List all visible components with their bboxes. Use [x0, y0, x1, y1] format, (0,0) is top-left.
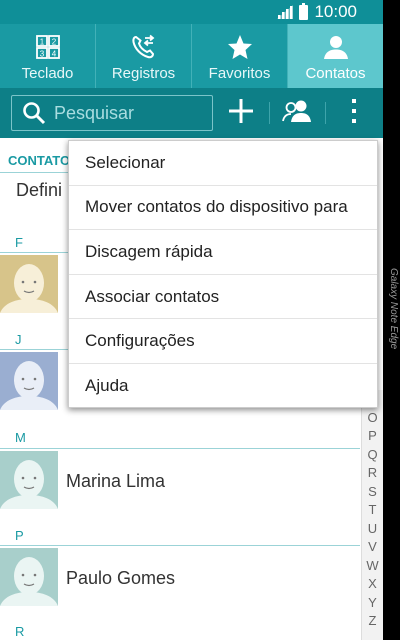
add-contact-button[interactable] — [223, 97, 259, 129]
more-vert-icon — [350, 98, 358, 129]
menu-item-speed-dial[interactable]: Discagem rápida — [69, 230, 377, 275]
contact-avatar[interactable] — [0, 352, 58, 410]
action-bar: Pesquisar — [0, 88, 383, 138]
section-letter: J — [15, 332, 22, 347]
alphabet-index[interactable]: NOPQRSTUVWXYZ — [361, 390, 383, 640]
section-letter: M — [15, 430, 26, 445]
section-divider — [0, 448, 360, 449]
menu-item-link-contacts[interactable]: Associar contatos — [69, 275, 377, 320]
tab-bar: 1 2 3 4 Teclado Registros Favoritos Cont… — [0, 24, 383, 88]
alphabet-index-letter[interactable]: T — [362, 501, 383, 520]
alphabet-index-letter[interactable]: S — [362, 483, 383, 502]
tab-favorites[interactable]: Favoritos — [192, 24, 288, 88]
alphabet-index-letter[interactable]: O — [362, 409, 383, 428]
tab-logs[interactable]: Registros — [96, 24, 192, 88]
plus-icon — [228, 98, 254, 129]
contact-avatar[interactable] — [0, 255, 58, 313]
clock: 10:00 — [314, 2, 357, 21]
contact-name[interactable]: Paulo Gomes — [66, 568, 175, 589]
alphabet-index-letter[interactable]: R — [362, 464, 383, 483]
tab-label: Teclado — [21, 65, 74, 82]
person-icon — [323, 33, 349, 61]
section-divider — [0, 545, 360, 546]
contact-avatar[interactable] — [0, 451, 58, 509]
section-header: CONTATO — [8, 153, 71, 168]
tab-contacts[interactable]: Contatos — [288, 24, 383, 88]
list-item-partial[interactable]: Defini — [16, 180, 62, 201]
svg-text:1: 1 — [39, 38, 44, 47]
menu-item-help[interactable]: Ajuda — [69, 364, 377, 409]
contact-name[interactable]: Marina Lima — [66, 471, 165, 492]
status-icons: 10:00 — [277, 2, 357, 22]
alphabet-index-letter[interactable]: X — [362, 575, 383, 594]
section-letter: R — [15, 624, 25, 639]
more-options-button[interactable] — [336, 97, 372, 129]
svg-text:4: 4 — [51, 50, 56, 59]
groups-button[interactable] — [279, 97, 315, 129]
battery-icon — [299, 2, 309, 20]
status-bar: 10:00 — [0, 0, 383, 24]
contact-avatar[interactable] — [0, 548, 58, 606]
divider — [269, 102, 270, 124]
keypad-icon: 1 2 3 4 — [35, 33, 60, 61]
search-input[interactable]: Pesquisar — [11, 95, 213, 131]
alphabet-index-letter[interactable]: U — [362, 520, 383, 539]
section-letter: F — [15, 235, 23, 250]
menu-item-settings[interactable]: Configurações — [69, 319, 377, 364]
overflow-menu: Selecionar Mover contatos do dispositivo… — [68, 140, 378, 408]
tab-label: Contatos — [305, 65, 366, 82]
call-log-icon — [131, 33, 157, 61]
groups-icon — [282, 99, 312, 128]
menu-item-move-contacts[interactable]: Mover contatos do dispositivo para — [69, 186, 377, 231]
search-icon — [22, 101, 46, 125]
alphabet-index-letter[interactable]: V — [362, 538, 383, 557]
signal-icon — [277, 5, 294, 19]
tab-keypad[interactable]: 1 2 3 4 Teclado — [0, 24, 96, 88]
alphabet-index-letter[interactable]: P — [362, 427, 383, 446]
alphabet-index-letter[interactable]: Q — [362, 446, 383, 465]
alphabet-index-letter[interactable]: Z — [362, 612, 383, 631]
edge-label: Galaxy Note Edge — [388, 268, 399, 350]
menu-item-select[interactable]: Selecionar — [69, 141, 377, 186]
svg-text:3: 3 — [39, 50, 44, 59]
search-placeholder: Pesquisar — [54, 102, 135, 123]
star-icon — [227, 33, 253, 61]
tab-label: Registros — [111, 65, 176, 82]
tab-label: Favoritos — [208, 65, 271, 82]
alphabet-index-letter[interactable]: W — [362, 557, 383, 576]
svg-text:2: 2 — [51, 38, 56, 47]
section-letter: P — [15, 528, 24, 543]
divider — [325, 102, 326, 124]
alphabet-index-letter[interactable]: Y — [362, 594, 383, 613]
